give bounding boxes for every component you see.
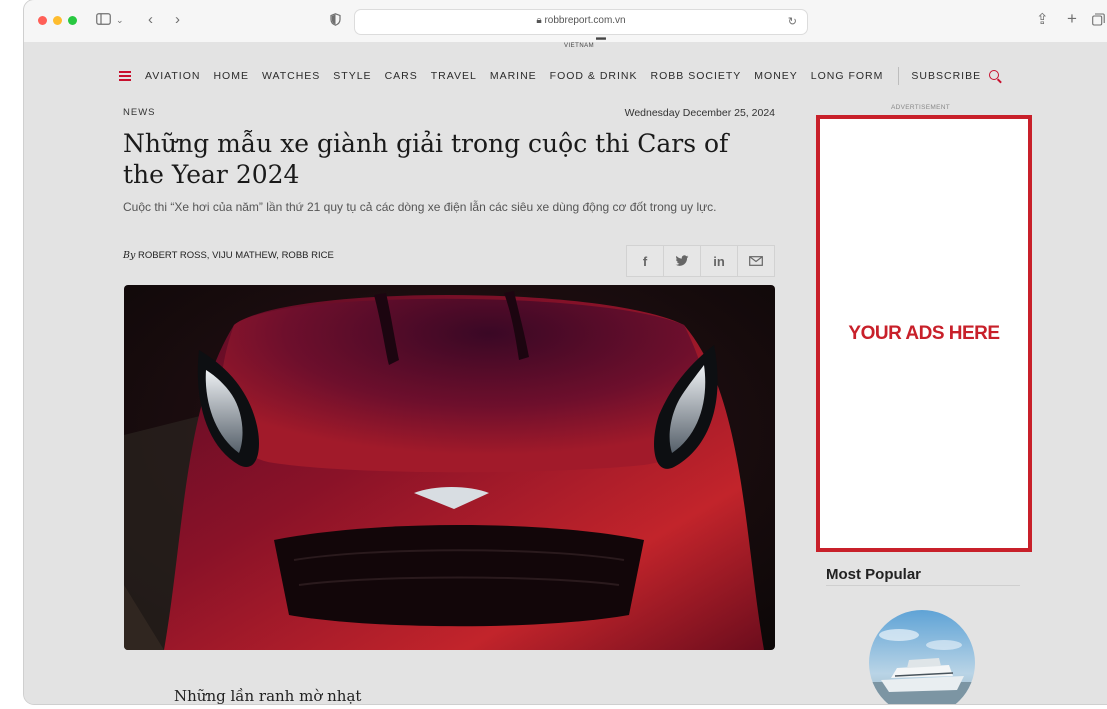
hamburger-menu-icon[interactable] xyxy=(119,71,131,81)
tab-overview-icon[interactable] xyxy=(1092,13,1105,29)
chevron-down-icon[interactable]: ⌄ xyxy=(116,13,124,28)
reload-icon[interactable]: ↻ xyxy=(788,15,797,30)
search-icon[interactable] xyxy=(989,70,1000,80)
article-title: Những mẫu xe giành giải trong cuộc thi C… xyxy=(123,129,729,189)
nav-item-watches[interactable]: WATCHES xyxy=(262,70,320,82)
article-byline: By ROBERT ROSS, VIJU MATHEW, ROBB RICE xyxy=(123,250,334,261)
privacy-shield-icon[interactable] xyxy=(330,13,341,29)
minimize-window-button[interactable] xyxy=(53,16,62,25)
ad-text: YOUR ADS HERE xyxy=(848,323,1000,344)
article-subtitle: Cuộc thi “Xe hơi của năm” lần thứ 21 quy… xyxy=(123,200,717,214)
nav-item-aviation[interactable]: AVIATION xyxy=(145,70,200,82)
browser-toolbar: ⌄ ‹ › 🔒︎ robbreport.com.vn ↻ ⇪ + xyxy=(24,0,1107,42)
article-section[interactable]: NEWS xyxy=(123,107,156,118)
byline-authors[interactable]: ROBERT ROSS, VIJU MATHEW, ROBB RICE xyxy=(138,250,334,261)
most-popular-divider xyxy=(826,585,1020,586)
web-page: VIETNAM ▔ AVIATION HOME WATCHES STYLE CA… xyxy=(24,38,1107,704)
most-popular-heading: Most Popular xyxy=(826,566,922,583)
nav-item-robb-society[interactable]: ROBB SOCIETY xyxy=(651,70,742,82)
zoom-window-button[interactable] xyxy=(68,16,77,25)
article-date: Wednesday December 25, 2024 xyxy=(624,107,775,119)
sidebar-toggle-icon[interactable] xyxy=(96,13,111,28)
nav-item-food-drink[interactable]: FOOD & DRINK xyxy=(550,70,638,82)
advertisement-banner[interactable]: YOUR ADS HERE xyxy=(816,115,1032,552)
share-icon[interactable]: ⇪ xyxy=(1036,12,1049,27)
facebook-share-button[interactable]: f xyxy=(626,245,664,277)
nav-item-home[interactable]: HOME xyxy=(213,70,249,82)
article-hero-image[interactable] xyxy=(124,285,775,650)
mail-icon xyxy=(749,256,763,266)
popular-article-thumbnail[interactable] xyxy=(869,610,975,704)
subscribe-link[interactable]: SUBSCRIBE xyxy=(911,70,981,82)
facebook-icon: f xyxy=(642,253,648,269)
browser-window: ⌄ ‹ › 🔒︎ robbreport.com.vn ↻ ⇪ + VIETNAM… xyxy=(24,0,1107,704)
main-navigation: AVIATION HOME WATCHES STYLE CARS TRAVEL … xyxy=(119,67,1000,85)
address-bar[interactable]: 🔒︎ robbreport.com.vn ↻ xyxy=(354,9,808,35)
email-share-button[interactable] xyxy=(737,245,775,277)
nav-item-marine[interactable]: MARINE xyxy=(490,70,537,82)
byline-prefix: By xyxy=(123,250,136,261)
advertisement-label: ADVERTISEMENT xyxy=(891,104,951,111)
nav-item-long-form[interactable]: LONG FORM xyxy=(811,70,884,82)
forward-arrow-icon[interactable]: › xyxy=(175,12,180,27)
article-section-heading: Những lần ranh mờ nhạt xyxy=(174,687,362,704)
nav-item-style[interactable]: STYLE xyxy=(333,70,371,82)
nav-item-travel[interactable]: TRAVEL xyxy=(431,70,477,82)
linkedin-share-button[interactable]: in xyxy=(700,245,738,277)
close-window-button[interactable] xyxy=(38,16,47,25)
address-bar-url: 🔒︎ robbreport.com.vn xyxy=(536,15,626,26)
back-arrow-icon[interactable]: ‹ xyxy=(148,12,153,27)
new-tab-plus-icon[interactable]: + xyxy=(1067,10,1077,27)
twitter-share-button[interactable] xyxy=(663,245,701,277)
nav-divider xyxy=(898,67,900,85)
nav-item-cars[interactable]: CARS xyxy=(385,70,418,82)
nav-item-money[interactable]: MONEY xyxy=(754,70,798,82)
twitter-icon xyxy=(675,255,689,266)
linkedin-icon: in xyxy=(713,253,725,269)
share-buttons: f in xyxy=(626,245,775,277)
site-logo-edition: VIETNAM ▔ xyxy=(564,38,607,52)
